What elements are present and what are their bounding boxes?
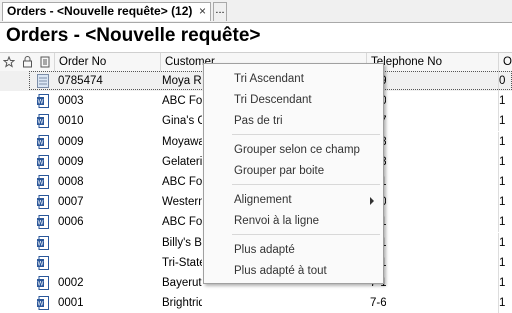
word-doc-icon: W: [37, 296, 49, 311]
menu-separator: [232, 184, 380, 185]
menu-separator: [232, 234, 380, 235]
menu-separator: [232, 134, 380, 135]
cell-o: 1: [498, 212, 512, 233]
cell-customer: Brightridge: [162, 297, 202, 310]
tab-bar: Orders - <Nouvelle requête> (12) × ...: [0, 0, 512, 23]
word-doc-icon: W: [37, 235, 49, 250]
menu-item-best-fit-all[interactable]: Plus adapté à tout: [234, 261, 327, 281]
svg-text:W: W: [38, 261, 44, 267]
word-doc-icon: W: [37, 215, 49, 230]
context-menu: Tri Ascendant Tri Descendant Pas de tri …: [203, 63, 384, 284]
cell-customer: Moyawa: [162, 135, 202, 148]
word-doc-icon: W: [37, 154, 49, 169]
cell-o: 1: [498, 131, 512, 152]
cell-o: 1: [498, 91, 512, 112]
page-title: Orders - <Nouvelle requête>: [6, 25, 261, 46]
tab-more-button[interactable]: ...: [213, 2, 227, 21]
tab-orders[interactable]: Orders - <Nouvelle requête> (12) ×: [2, 2, 211, 21]
word-doc-icon: W: [37, 174, 49, 189]
svg-text:W: W: [38, 302, 44, 308]
cell-customer: Tri-State: [162, 256, 202, 269]
word-doc-icon: W: [37, 114, 49, 129]
cell-o: 1: [498, 192, 512, 213]
tab-label: Orders - <Nouvelle requête> (12): [7, 4, 193, 18]
menu-item-group-by-field[interactable]: Grouper selon ce champ: [234, 140, 360, 160]
word-doc-icon: W: [37, 255, 49, 270]
record-icon: [37, 74, 49, 88]
cell-customer: ABC Fou: [162, 216, 202, 229]
cell-customer: Billy's Bu: [162, 236, 202, 249]
cell-o: 1: [498, 232, 512, 253]
submenu-arrow-icon: [370, 197, 374, 205]
cell-order-no: 0002: [58, 276, 84, 289]
cell-o: 1: [498, 272, 512, 293]
menu-item-word-wrap[interactable]: Renvoi à la ligne: [234, 211, 319, 231]
word-doc-icon: W: [37, 134, 49, 149]
cell-order-no: 0006: [58, 216, 84, 229]
cell-customer: Gelateri: [162, 155, 202, 168]
menu-item-sort-ascending[interactable]: Tri Ascendant: [234, 69, 304, 89]
menu-item-sort-descending[interactable]: Tri Descendant: [234, 90, 312, 110]
menu-item-no-sort[interactable]: Pas de tri: [234, 111, 283, 131]
cell-o: 0: [498, 71, 512, 91]
star-icon[interactable]: [2, 55, 16, 71]
word-doc-icon: W: [37, 275, 49, 290]
cell-customer: Western: [162, 196, 202, 209]
cell-customer: Gina's G: [162, 115, 202, 128]
cell-order-no: 0009: [58, 135, 84, 148]
cell-o: 1: [498, 151, 512, 172]
cell-order-no: 0010: [58, 115, 84, 128]
lock-icon[interactable]: [22, 56, 33, 71]
document-icon[interactable]: [40, 56, 50, 71]
svg-text:W: W: [38, 100, 44, 106]
word-doc-icon: W: [37, 94, 49, 109]
svg-text:W: W: [38, 120, 44, 126]
column-header-order-no[interactable]: Order No: [54, 53, 160, 71]
close-icon[interactable]: ×: [199, 3, 206, 20]
svg-text:W: W: [38, 180, 44, 186]
cell-o: 1: [498, 252, 512, 273]
column-header-o[interactable]: O: [498, 53, 512, 71]
cell-phone: 7-68965: [370, 297, 386, 310]
menu-item-alignment[interactable]: Alignement: [234, 190, 380, 210]
svg-text:W: W: [38, 160, 44, 166]
cell-order-no: 0008: [58, 175, 84, 188]
cell-order-no: 0003: [58, 95, 84, 108]
cell-customer: Moya Ri: [162, 75, 202, 87]
cell-order-no: 0785474: [58, 75, 103, 87]
svg-text:W: W: [38, 241, 44, 247]
word-doc-icon: W: [37, 195, 49, 210]
cell-customer: ABC Fou: [162, 175, 202, 188]
menu-item-group-by-box[interactable]: Grouper par boite: [234, 161, 324, 181]
table-row[interactable]: W 0001 Brightridge 7-68965 1: [0, 293, 512, 313]
svg-text:W: W: [38, 201, 44, 207]
column-header-telephone[interactable]: Telephone No: [366, 53, 498, 71]
cell-o: 1: [498, 293, 512, 313]
cell-order-no: 0009: [58, 155, 84, 168]
menu-item-alignment-label: Alignement: [234, 194, 292, 206]
cell-order-no: 0007: [58, 196, 84, 209]
cell-o: 1: [498, 111, 512, 132]
svg-text:W: W: [38, 140, 44, 146]
cell-o: 1: [498, 171, 512, 192]
svg-text:W: W: [38, 221, 44, 227]
cell-order-no: 0001: [58, 297, 84, 310]
cell-customer: ABC Fou: [162, 95, 202, 108]
cell-customer: Bayeruth: [162, 276, 202, 289]
svg-text:W: W: [38, 281, 44, 287]
menu-item-best-fit[interactable]: Plus adapté: [234, 240, 295, 260]
